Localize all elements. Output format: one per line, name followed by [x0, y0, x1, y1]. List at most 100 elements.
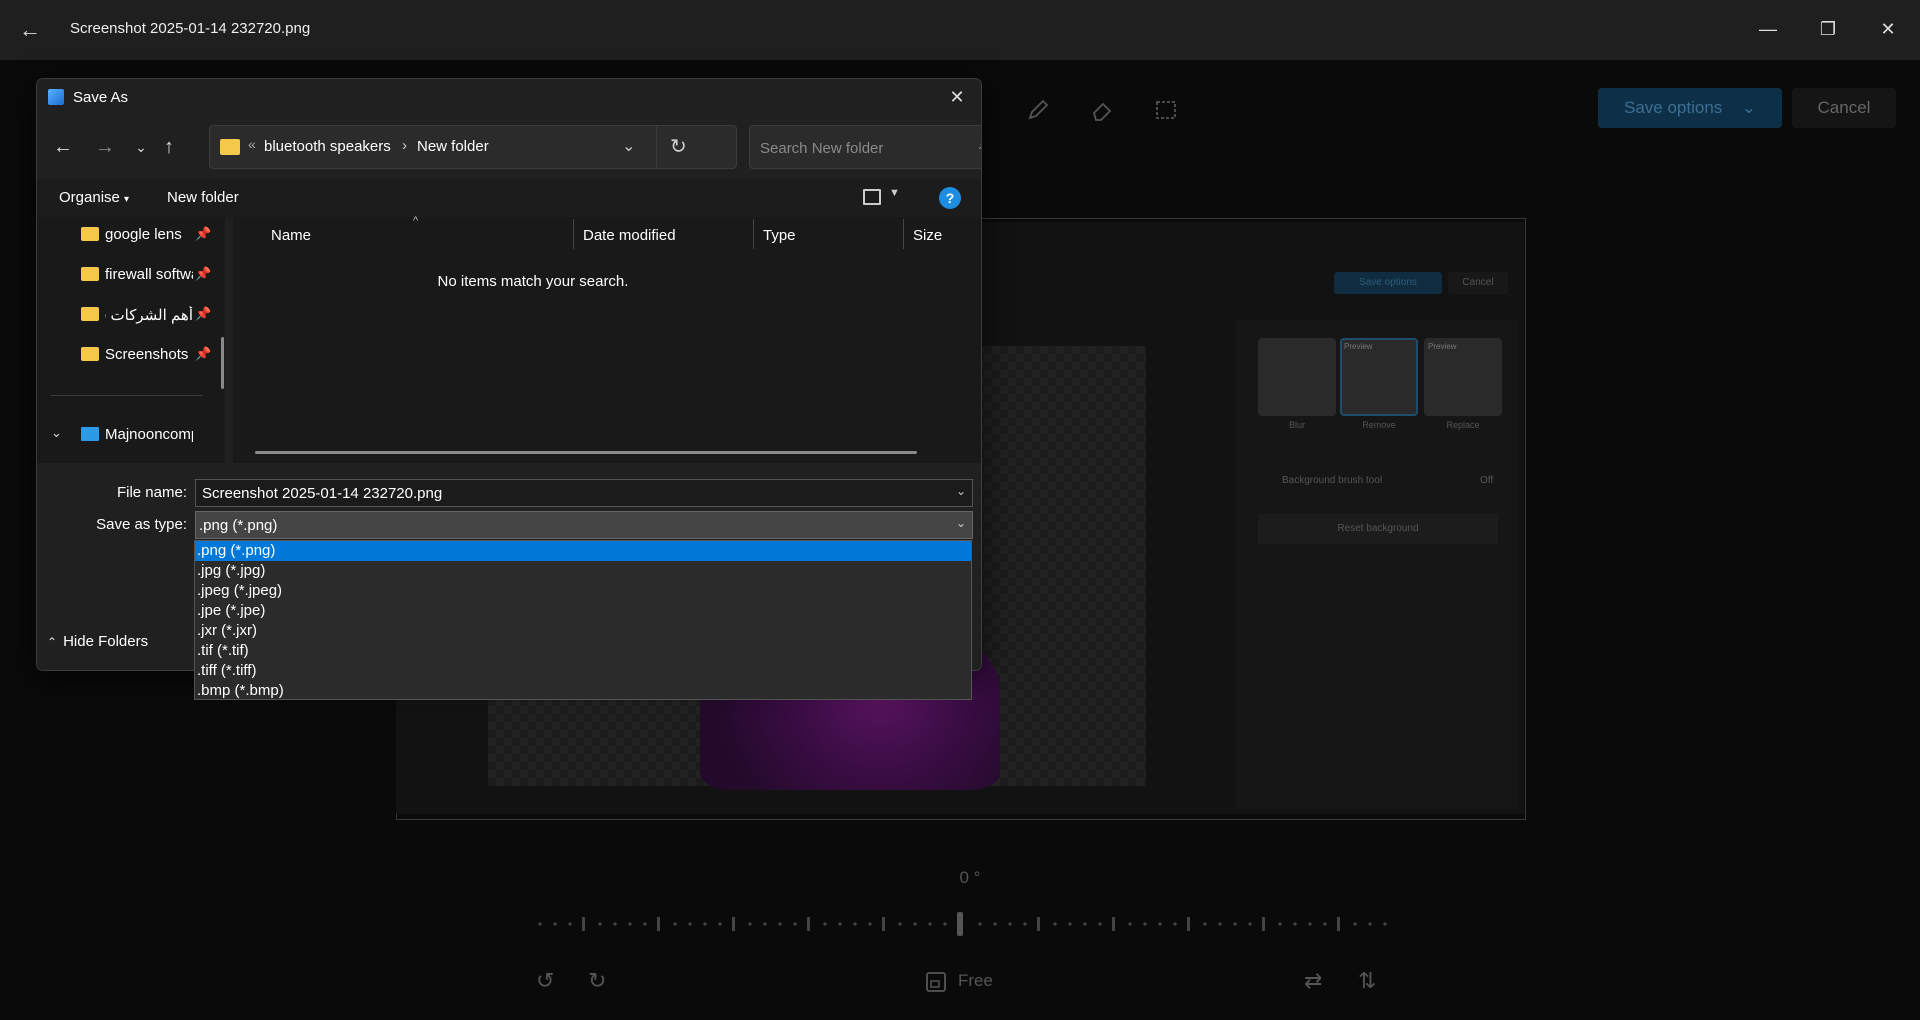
tree-item-screenshots[interactable]: Screenshots 📌 — [37, 337, 219, 373]
address-overflow[interactable]: « — [248, 136, 256, 152]
cancel-button[interactable]: Cancel — [1792, 88, 1896, 128]
hide-folders-button[interactable]: ⌃ Hide Folders — [47, 633, 148, 650]
tree-item-label: firewall software — [105, 266, 193, 283]
brush-state: Off — [1480, 475, 1494, 486]
address-bar[interactable]: « bluetooth speakers › New folder ⌄ ↻ — [209, 125, 737, 169]
type-option[interactable]: .tif (*.tif) — [195, 641, 971, 661]
column-type[interactable]: Type — [763, 227, 796, 244]
navigation-bar: ← → ⌄ ↑ « bluetooth speakers › New folde… — [37, 115, 981, 179]
type-option[interactable]: .jpg (*.jpg) — [195, 561, 971, 581]
horizontal-scrollbar[interactable] — [255, 451, 917, 454]
flip-vertical-icon[interactable]: ⇅ — [1358, 968, 1376, 994]
minimize-icon[interactable]: — — [1748, 14, 1788, 44]
computer-icon — [81, 427, 99, 441]
divider — [573, 219, 574, 249]
file-list: Name ^ Date modified Type Size No items … — [233, 215, 981, 463]
back-arrow-icon[interactable]: ← — [18, 18, 42, 42]
navigation-pane: google lens 📌 firewall software 📌 أهم ال… — [37, 217, 225, 463]
chevron-down-icon[interactable]: ⌄ — [51, 425, 62, 441]
save-as-type-dropdown: .png (*.png) .jpg (*.jpg) .jpeg (*.jpeg)… — [194, 540, 972, 700]
file-name-field[interactable]: Screenshot 2025-01-14 232720.png ⌄ — [195, 479, 973, 507]
folder-icon — [81, 227, 99, 241]
forward-icon[interactable]: → — [91, 133, 119, 161]
up-folder-icon[interactable]: ↑ — [155, 133, 183, 161]
app-titlebar: ← Screenshot 2025-01-14 232720.png — ❐ ✕ — [0, 0, 1920, 60]
nested-reset-background: Reset background — [1258, 514, 1498, 544]
refresh-icon[interactable]: ↻ — [670, 134, 687, 159]
divider — [51, 395, 203, 396]
thumb-label: Replace — [1446, 420, 1480, 430]
address-dropdown-icon[interactable]: ⌄ — [622, 136, 635, 156]
pin-icon: 📌 — [195, 266, 212, 281]
breadcrumb-new-folder[interactable]: New folder — [417, 138, 489, 155]
markup-pen-icon[interactable] — [1024, 96, 1052, 124]
tree-item-this-pc[interactable]: ⌄ Majnooncomputer — [37, 417, 219, 453]
folder-icon — [81, 307, 99, 321]
straighten-ruler[interactable] — [530, 910, 1390, 938]
thumb-label: Remove — [1362, 420, 1396, 430]
type-option[interactable]: .jxr (*.jxr) — [195, 621, 971, 641]
file-name-value[interactable]: Screenshot 2025-01-14 232720.png — [202, 485, 442, 502]
save-options-button[interactable]: Save options ⌄ — [1598, 88, 1782, 128]
type-option[interactable]: .png (*.png) — [195, 541, 971, 561]
restore-icon[interactable]: ❐ — [1808, 14, 1848, 44]
type-option[interactable]: .jpeg (*.jpeg) — [195, 581, 971, 601]
file-name-label: File name: — [116, 484, 187, 501]
empty-message: No items match your search. — [437, 273, 629, 290]
breadcrumb-bluetooth-speakers[interactable]: bluetooth speakers — [264, 138, 391, 155]
angle-readout: 0 ° — [959, 868, 981, 887]
recent-locations-icon[interactable]: ⌄ — [127, 133, 155, 161]
flip-horizontal-icon[interactable]: ⇄ — [1304, 968, 1322, 994]
tree-item-firewall-software[interactable]: firewall software 📌 — [37, 257, 219, 293]
type-option[interactable]: .bmp (*.bmp) — [195, 681, 971, 701]
breadcrumb-separator[interactable]: › — [402, 137, 407, 154]
column-size[interactable]: Size — [913, 227, 942, 244]
dialog-close-icon[interactable]: ✕ — [943, 83, 971, 111]
aspect-ratio-icon[interactable] — [924, 970, 948, 994]
search-box[interactable]: ⌕ — [749, 125, 981, 170]
thumb-blur — [1258, 338, 1336, 416]
preview-badge: Preview — [1344, 342, 1373, 351]
column-date-modified[interactable]: Date modified — [583, 227, 676, 244]
command-bar: Organise ▾ New folder ▼ ? — [37, 179, 981, 217]
eraser-icon[interactable] — [1088, 96, 1116, 124]
tree-item-label: أهم الشركات في — [105, 307, 193, 324]
sort-caret-icon: ^ — [413, 215, 419, 227]
tree-item-label: google lens — [105, 226, 182, 243]
aspect-free-label[interactable]: Free — [958, 968, 993, 994]
chevron-down-icon[interactable]: ⌄ — [956, 484, 966, 498]
search-input[interactable] — [750, 126, 962, 170]
organise-button[interactable]: Organise ▾ — [59, 189, 129, 206]
app-title: Screenshot 2025-01-14 232720.png — [70, 20, 311, 37]
folder-icon — [220, 139, 240, 155]
type-option[interactable]: .tiff (*.tiff) — [195, 661, 971, 681]
view-options-icon[interactable] — [863, 189, 881, 205]
new-folder-button[interactable]: New folder — [167, 189, 239, 206]
background-icon[interactable] — [1152, 96, 1180, 124]
chevron-down-icon[interactable]: ⌄ — [956, 516, 966, 530]
chevron-up-icon: ⌃ — [47, 635, 58, 649]
save-as-type-value[interactable]: .png (*.png) — [199, 517, 277, 534]
help-icon[interactable]: ? — [939, 187, 961, 209]
nested-cancel: Cancel — [1448, 272, 1508, 294]
folder-icon — [81, 267, 99, 281]
tree-scrollbar[interactable] — [221, 337, 224, 389]
photos-app-icon — [48, 89, 64, 105]
column-name[interactable]: Name — [271, 227, 311, 244]
divider — [753, 219, 754, 249]
dialog-title: Save As — [73, 89, 129, 106]
view-dropdown-icon[interactable]: ▼ — [889, 187, 900, 199]
save-as-type-label: Save as type: — [96, 516, 187, 533]
search-icon[interactable]: ⌕ — [979, 136, 981, 154]
save-as-type-select[interactable]: .png (*.png) ⌄ — [195, 511, 973, 539]
folder-icon — [81, 347, 99, 361]
close-window-icon[interactable]: ✕ — [1868, 14, 1908, 44]
rotate-right-icon[interactable]: ↻ — [588, 968, 606, 994]
nested-save-options: Save options — [1334, 272, 1442, 294]
back-icon[interactable]: ← — [49, 133, 77, 161]
pin-icon: 📌 — [195, 226, 212, 241]
tree-item-google-lens[interactable]: google lens 📌 — [37, 217, 219, 253]
type-option[interactable]: .jpe (*.jpe) — [195, 601, 971, 621]
tree-item-arabic-folder[interactable]: أهم الشركات في 📌 — [37, 297, 219, 333]
rotate-left-icon[interactable]: ↺ — [536, 968, 554, 994]
